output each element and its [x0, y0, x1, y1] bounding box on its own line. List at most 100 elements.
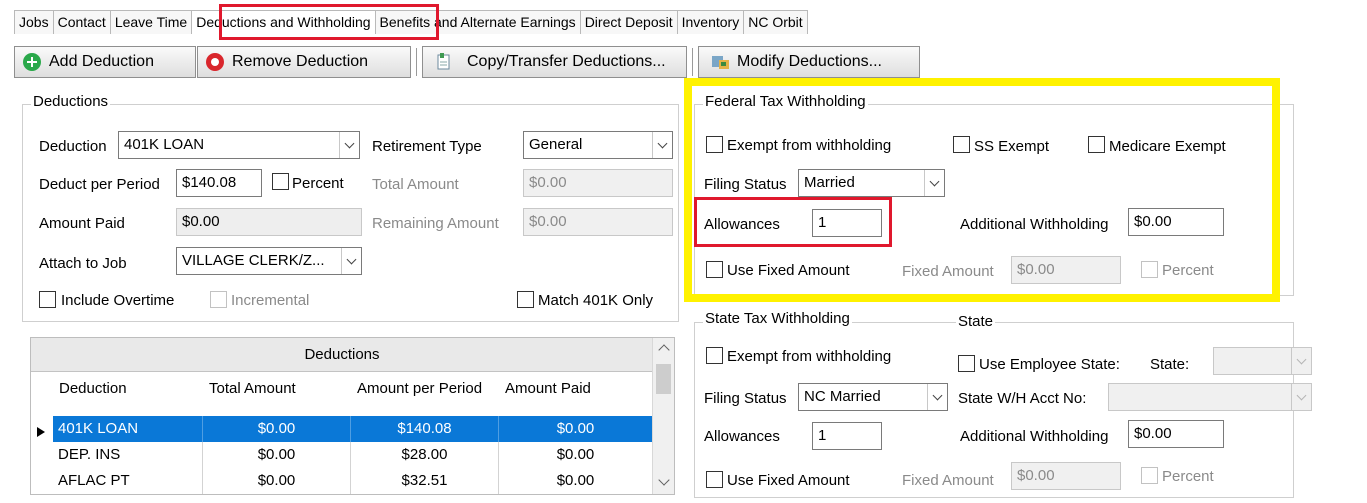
- deductions-group-title: Deductions: [31, 93, 111, 110]
- state-filing-status-label: Filing Status: [704, 390, 787, 407]
- retirement-type-value: General: [529, 136, 583, 153]
- federal-highlight-box: [684, 78, 1280, 302]
- toolbar-separator: [692, 48, 694, 76]
- total-amount-input: $0.00: [523, 169, 673, 197]
- state-percent-label: Percent: [1162, 468, 1214, 485]
- chevron-down-icon: [927, 384, 947, 410]
- chevron-down-icon: [1291, 384, 1311, 410]
- tab-leave-time[interactable]: Leave Time: [109, 10, 192, 34]
- state-label: State:: [1150, 356, 1190, 373]
- remaining-amount-input: $0.00: [523, 208, 673, 236]
- state-allowances-label: Allowances: [704, 428, 780, 445]
- match-401k-only-checkbox[interactable]: [517, 291, 534, 308]
- chevron-down-icon: [652, 132, 672, 158]
- cell-amount-paid: $0.00: [499, 416, 653, 442]
- state-wh-acct-select: [1108, 383, 1312, 411]
- state-use-fixed-amount-label: Use Fixed Amount: [727, 472, 850, 489]
- tab-nc-orbit[interactable]: NC Orbit: [743, 10, 808, 34]
- cell-total-amount: $0.00: [203, 416, 351, 442]
- attach-to-job-label: Attach to Job: [39, 255, 127, 272]
- state-exempt-checkbox[interactable]: [706, 347, 723, 364]
- copy-transfer-icon: [435, 53, 453, 71]
- add-deduction-label: Add Deduction: [49, 53, 154, 70]
- state-select: [1213, 347, 1312, 375]
- tab-contact[interactable]: Contact: [52, 10, 110, 34]
- state-filing-status-select[interactable]: NC Married: [798, 383, 948, 411]
- retirement-type-label: Retirement Type: [372, 138, 482, 155]
- add-deduction-button[interactable]: Add Deduction: [14, 46, 196, 78]
- state-use-fixed-amount-checkbox[interactable]: [706, 471, 723, 488]
- cell-amount-per-period: $32.51: [351, 468, 499, 494]
- modify-deductions-icon: [711, 53, 731, 71]
- tab-jobs[interactable]: Jobs: [14, 10, 53, 34]
- percent-label: Percent: [292, 175, 344, 192]
- state-additional-withholding-label: Additional Withholding: [960, 428, 1109, 445]
- total-amount-label: Total Amount: [372, 176, 459, 193]
- grid-vertical-scrollbar[interactable]: [652, 338, 674, 494]
- modify-deductions-button[interactable]: Modify Deductions...: [698, 46, 920, 78]
- state-fixed-amount-input: $0.00: [1011, 462, 1121, 490]
- table-row[interactable]: DEP. INS $0.00 $28.00 $0.00: [53, 442, 653, 468]
- cell-total-amount: $0.00: [203, 442, 351, 468]
- table-row[interactable]: 401K LOAN $0.00 $140.08 $0.00: [53, 416, 653, 442]
- deduct-per-period-input[interactable]: $140.08: [176, 169, 262, 197]
- deduct-per-period-label: Deduct per Period: [39, 176, 160, 193]
- state-percent-checkbox: [1141, 467, 1158, 484]
- match-401k-only-label: Match 401K Only: [538, 292, 654, 309]
- cell-total-amount: $0.00: [203, 468, 351, 494]
- use-employee-state-checkbox[interactable]: [958, 355, 975, 372]
- state-additional-withholding-input[interactable]: $0.00: [1128, 420, 1224, 448]
- cell-deduction: AFLAC PT: [53, 468, 203, 494]
- copy-transfer-deductions-button[interactable]: Copy/Transfer Deductions...: [422, 46, 687, 78]
- cell-amount-per-period: $140.08: [351, 416, 499, 442]
- column-header-amount-paid[interactable]: Amount Paid: [505, 380, 591, 397]
- deductions-grid[interactable]: Deductions Deduction Total Amount Amount…: [30, 337, 675, 495]
- state-tax-withholding-title: State Tax Withholding: [703, 310, 852, 327]
- state-allowances-input[interactable]: 1: [812, 422, 882, 450]
- use-employee-state-label: Use Employee State:: [979, 356, 1120, 373]
- retirement-type-select[interactable]: General: [523, 131, 673, 159]
- scroll-thumb[interactable]: [656, 364, 671, 394]
- chevron-down-icon: [341, 248, 361, 274]
- remove-circle-icon: [206, 53, 224, 71]
- copy-transfer-deductions-label: Copy/Transfer Deductions...: [467, 53, 666, 70]
- remove-deduction-label: Remove Deduction: [232, 53, 369, 70]
- attach-to-job-value: VILLAGE CLERK/Z...: [182, 252, 325, 269]
- deduction-label: Deduction: [39, 138, 107, 155]
- percent-checkbox[interactable]: [272, 173, 289, 190]
- table-row[interactable]: AFLAC PT $0.00 $32.51 $0.00: [53, 468, 653, 494]
- deduction-select[interactable]: 401K LOAN: [118, 131, 360, 159]
- scroll-down-icon[interactable]: [658, 474, 670, 486]
- cell-deduction: DEP. INS: [53, 442, 203, 468]
- column-header-total-amount[interactable]: Total Amount: [209, 380, 296, 397]
- column-header-amount-per-period[interactable]: Amount per Period: [357, 380, 482, 397]
- add-circle-icon: [23, 53, 41, 71]
- amount-paid-label: Amount Paid: [39, 215, 125, 232]
- tab-direct-deposit[interactable]: Direct Deposit: [579, 10, 677, 34]
- state-filing-status-value: NC Married: [804, 388, 881, 405]
- deduction-select-value: 401K LOAN: [124, 136, 205, 153]
- chevron-down-icon: [339, 132, 359, 158]
- chevron-down-icon: [1291, 348, 1311, 374]
- attach-to-job-select[interactable]: VILLAGE CLERK/Z...: [176, 247, 362, 275]
- state-group-title: State: [956, 313, 996, 330]
- tab-inventory[interactable]: Inventory: [676, 10, 744, 34]
- modify-deductions-label: Modify Deductions...: [737, 53, 882, 70]
- scroll-up-icon[interactable]: [658, 344, 670, 356]
- remove-deduction-button[interactable]: Remove Deduction: [197, 46, 411, 78]
- incremental-checkbox: [210, 291, 227, 308]
- state-exempt-label: Exempt from withholding: [727, 348, 892, 365]
- column-header-deduction[interactable]: Deduction: [59, 380, 127, 397]
- grid-title: Deductions: [31, 338, 653, 372]
- amount-paid-input: $0.00: [176, 208, 362, 236]
- toolbar-separator: [416, 48, 418, 76]
- cell-amount-paid: $0.00: [499, 468, 653, 494]
- state-fixed-amount-label: Fixed Amount: [902, 472, 994, 489]
- row-pointer-icon: [37, 424, 45, 441]
- include-overtime-checkbox[interactable]: [39, 291, 56, 308]
- cell-amount-paid: $0.00: [499, 442, 653, 468]
- state-wh-acct-label: State W/H Acct No:: [958, 390, 1087, 407]
- include-overtime-label: Include Overtime: [61, 292, 175, 309]
- cell-amount-per-period: $28.00: [351, 442, 499, 468]
- cell-deduction: 401K LOAN: [53, 416, 203, 442]
